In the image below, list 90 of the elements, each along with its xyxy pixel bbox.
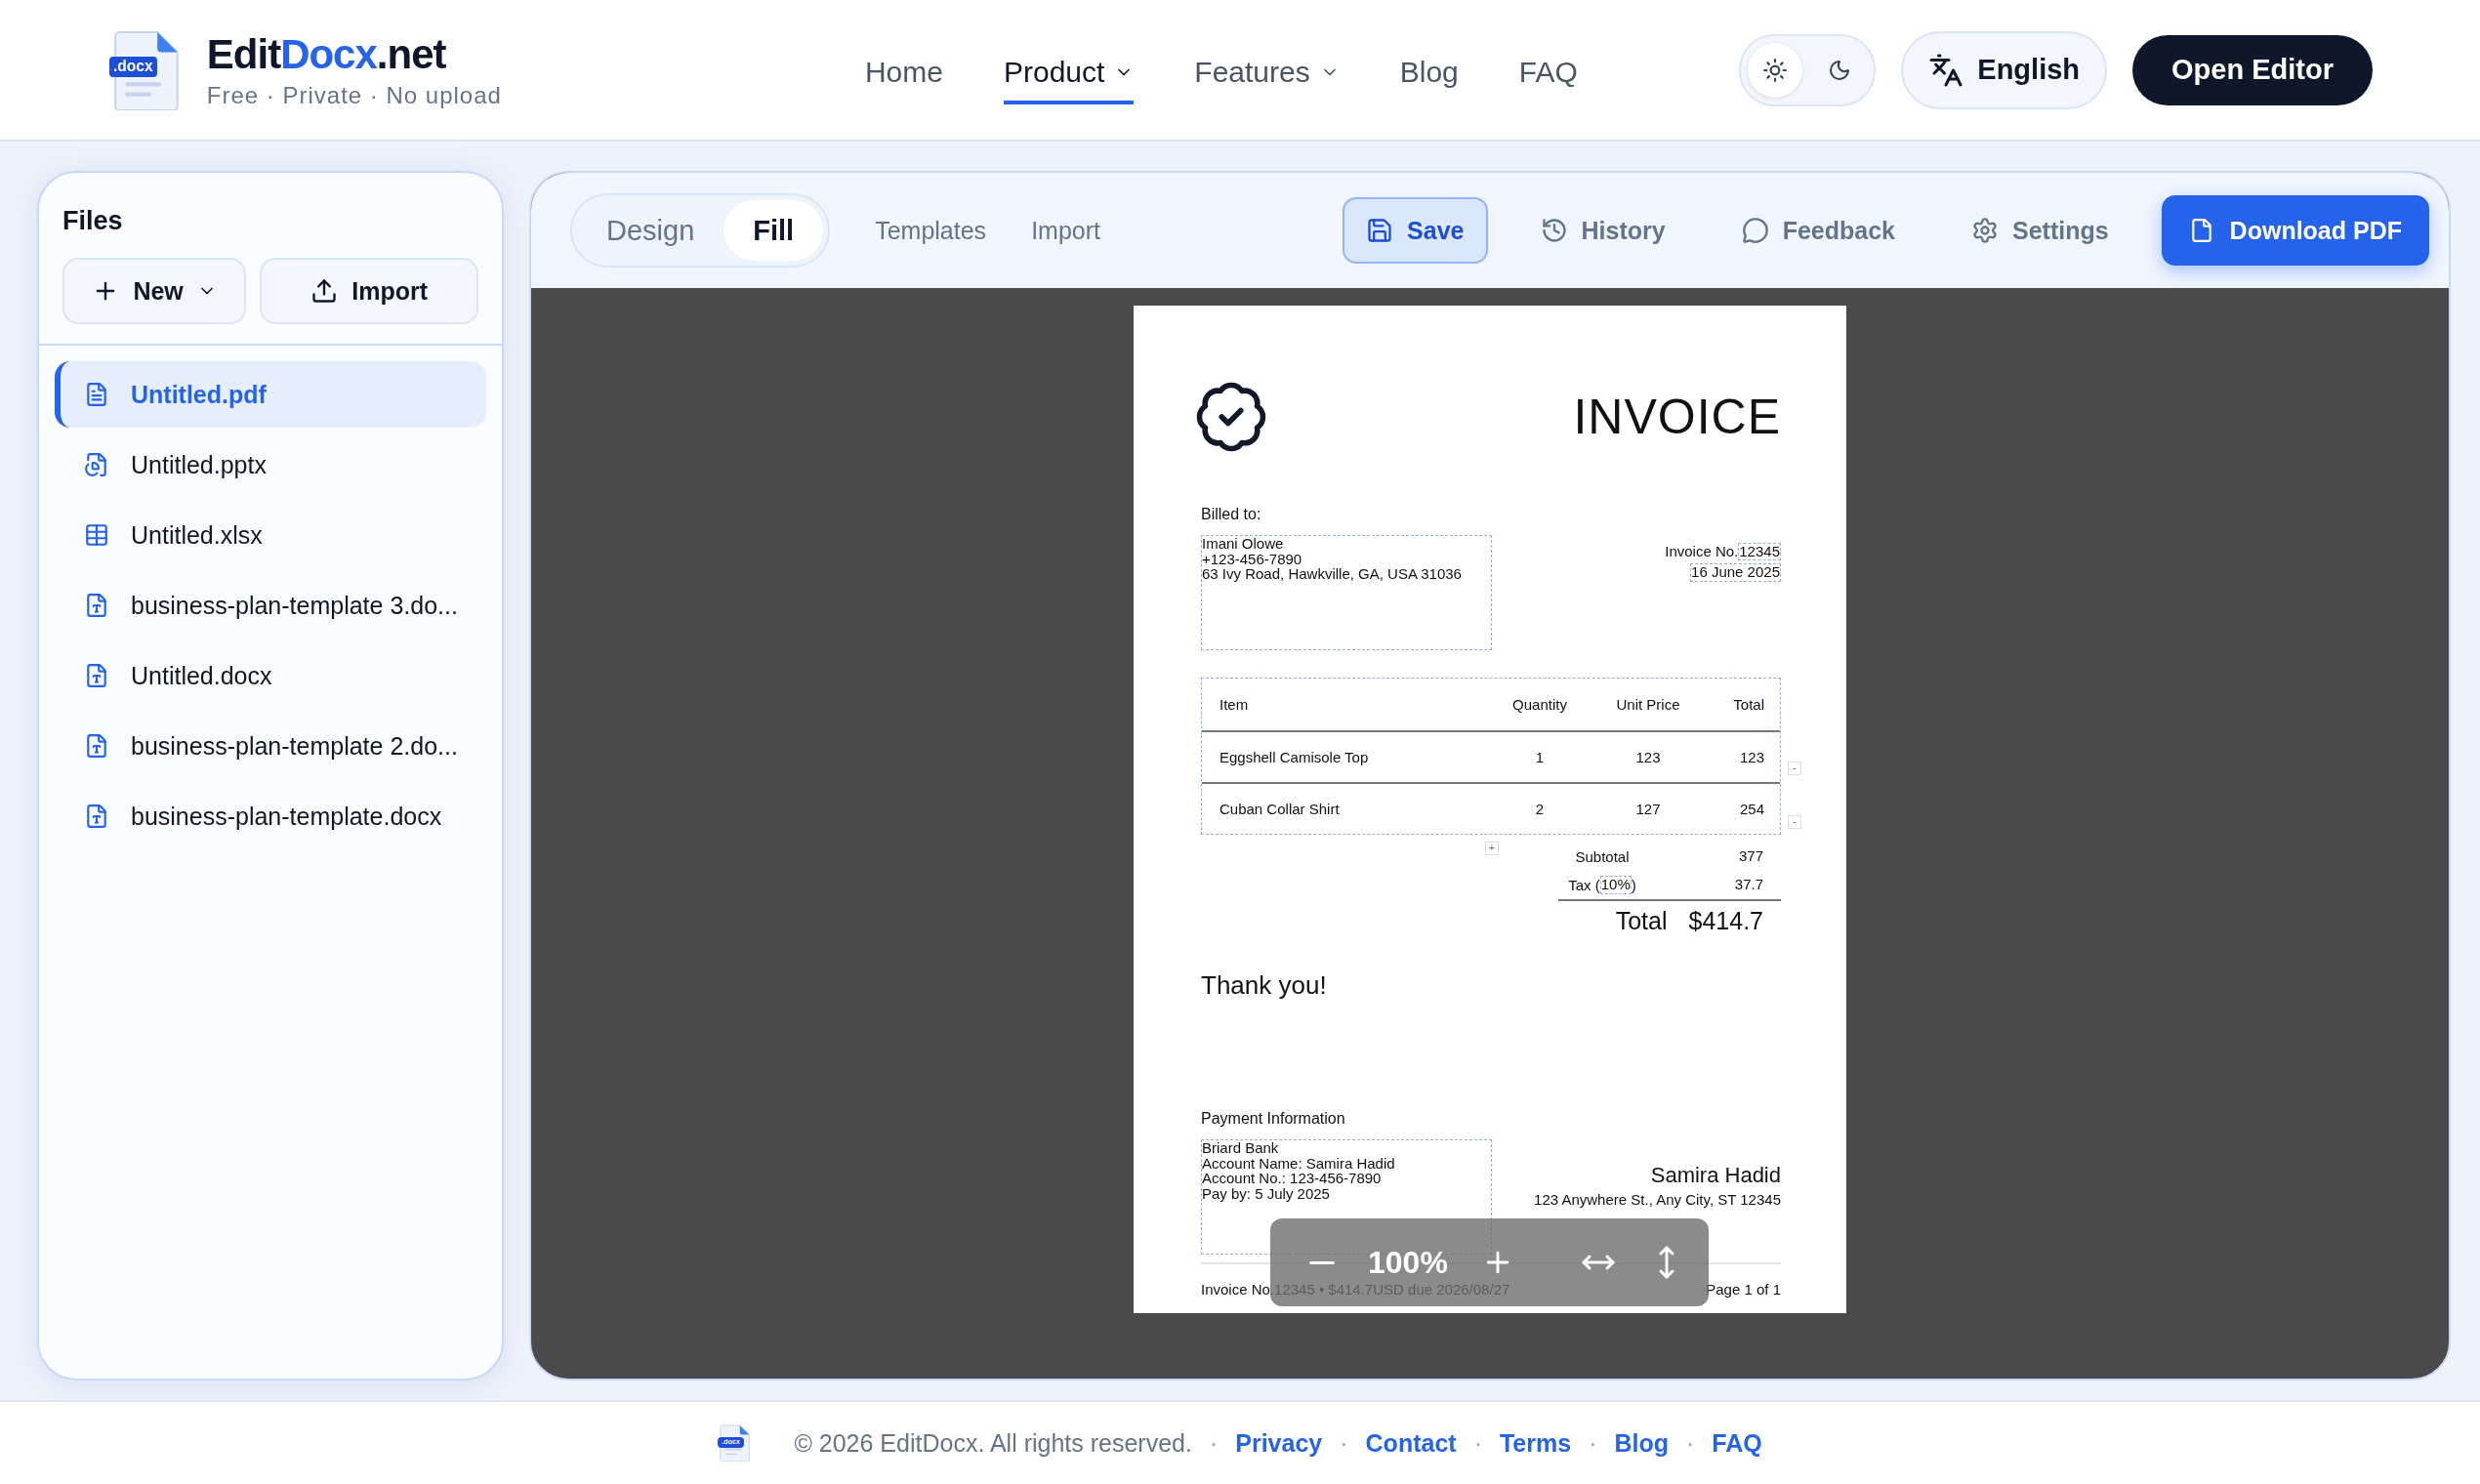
file-item[interactable]: Untitled.docx — [55, 642, 486, 709]
table-cell[interactable]: 127 — [1592, 800, 1704, 817]
subtotal-value: 377 — [1738, 848, 1763, 865]
footer-link[interactable]: Contact — [1365, 1428, 1457, 1458]
file-item[interactable]: business-plan-template 3.do... — [55, 572, 486, 639]
chat-bubble-icon — [1741, 217, 1769, 244]
nav-link[interactable]: Product — [1003, 43, 1135, 104]
footer-link[interactable]: FAQ — [1712, 1428, 1762, 1458]
settings-button[interactable]: Settings — [1948, 197, 2132, 264]
tax-label: Tax (10%) — [1567, 876, 1637, 894]
feedback-button[interactable]: Feedback — [1717, 197, 1919, 264]
column-header: Item — [1219, 695, 1250, 713]
file-item[interactable]: Untitled.pdf — [55, 361, 486, 428]
document-icon — [84, 382, 109, 407]
save-icon — [1366, 217, 1394, 244]
table-cell[interactable]: Eggshell Camisole Top — [1202, 748, 1487, 765]
file-item[interactable]: business-plan-template 2.do... — [55, 713, 486, 779]
mode-tab[interactable]: Fill — [723, 200, 824, 261]
separator: · — [1589, 1428, 1597, 1458]
separator: · — [1473, 1428, 1482, 1458]
client-field[interactable]: Imani Olowe +123-456-7890 63 Ivy Road, Hawkville, GA, USA 31036 — [1201, 534, 1492, 650]
footer-link[interactable]: Blog — [1614, 1428, 1669, 1458]
file-icon — [84, 804, 109, 829]
copyright-text: © 2026 EditDocx. All rights reserved. — [794, 1428, 1192, 1458]
total-label: Total — [1615, 906, 1668, 935]
zoom-out-button[interactable] — [1309, 1260, 1335, 1264]
file-icon — [84, 733, 109, 759]
file-item[interactable]: Untitled.pptx — [55, 432, 486, 498]
upload-icon — [310, 277, 339, 305]
translate-icon — [1928, 52, 1964, 88]
file-icon — [84, 663, 109, 688]
new-button[interactable]: New — [62, 258, 247, 324]
file-item[interactable]: business-plan-template.docx — [55, 783, 486, 849]
column-header: Quantity — [1511, 695, 1568, 713]
separator: · — [1340, 1428, 1348, 1458]
payment-label: Payment Information — [1201, 1109, 1346, 1128]
nav-link[interactable]: Features — [1194, 43, 1340, 104]
total-value: $414.7 — [1688, 906, 1763, 935]
issuer-name: Samira Hadid — [1650, 1162, 1781, 1188]
nav-link[interactable]: Home — [864, 43, 943, 104]
panel-title: Files — [62, 205, 124, 236]
separator: · — [1209, 1428, 1219, 1458]
table-icon — [84, 522, 109, 548]
settings-icon — [1971, 217, 1999, 244]
table-cell[interactable]: 254 — [1704, 800, 1782, 817]
remove-row-button[interactable]: - — [1788, 761, 1801, 775]
toolbar-link[interactable]: Templates — [875, 216, 987, 245]
footer-link[interactable]: Terms — [1499, 1428, 1572, 1458]
light-mode-button[interactable] — [1748, 42, 1803, 98]
page-number: Page 1 of 1 — [1706, 1281, 1781, 1298]
subtotal-label: Subtotal — [1574, 847, 1631, 865]
moon-icon — [1828, 58, 1852, 82]
footer-link[interactable]: Privacy — [1235, 1428, 1323, 1458]
issuer-address: 123 Anywhere St., Any City, ST 12345 — [1534, 1191, 1781, 1208]
import-button[interactable]: Import — [260, 258, 478, 324]
history-button[interactable]: History — [1516, 197, 1689, 264]
logo-badge: .docx — [109, 57, 157, 78]
tax-value: 37.7 — [1734, 877, 1763, 893]
column-header: Unit Price — [1615, 695, 1681, 713]
date-field[interactable]: 16 June 2025 — [1690, 563, 1781, 582]
file-icon — [84, 593, 109, 618]
nav-link[interactable]: Blog — [1399, 43, 1459, 104]
table-cell[interactable]: 123 — [1704, 748, 1782, 765]
save-button[interactable]: Save — [1343, 197, 1488, 264]
nav-link[interactable]: FAQ — [1518, 43, 1578, 104]
open-editor-button[interactable]: Open Editor — [2132, 34, 2373, 105]
history-icon — [1540, 217, 1568, 244]
tagline: Free · Private · No upload — [206, 81, 502, 109]
thank-you-text: Thank you! — [1201, 969, 1328, 1001]
invoice-number-label: Invoice No. — [1665, 544, 1739, 559]
sun-icon — [1762, 57, 1789, 83]
invoice-number-field[interactable]: 12345 — [1738, 542, 1781, 561]
minus-icon — [1309, 1260, 1335, 1264]
language-button[interactable]: English — [1901, 30, 2108, 109]
invoice-title: INVOICE — [1573, 389, 1781, 445]
brand-name[interactable]: EditDocx.net — [206, 30, 502, 78]
file-item[interactable]: Untitled.xlsx — [55, 502, 486, 568]
add-row-button[interactable]: + — [1485, 841, 1499, 855]
separator: · — [1686, 1428, 1695, 1458]
table-cell[interactable]: Cuban Collar Shirt — [1202, 800, 1487, 817]
chart-file-icon — [84, 452, 109, 477]
mode-tab[interactable]: Design — [577, 200, 724, 261]
table-cell[interactable]: 1 — [1487, 748, 1592, 765]
table-cell[interactable]: 2 — [1487, 800, 1592, 817]
billed-to-label: Billed to: — [1201, 507, 1262, 523]
toolbar-link[interactable]: Import — [1031, 216, 1100, 245]
remove-row-button[interactable]: - — [1788, 814, 1801, 829]
download-pdf-button[interactable]: Download PDF — [2161, 195, 2429, 266]
column-header: Total — [1732, 695, 1765, 713]
table-cell[interactable]: 123 — [1592, 748, 1704, 765]
